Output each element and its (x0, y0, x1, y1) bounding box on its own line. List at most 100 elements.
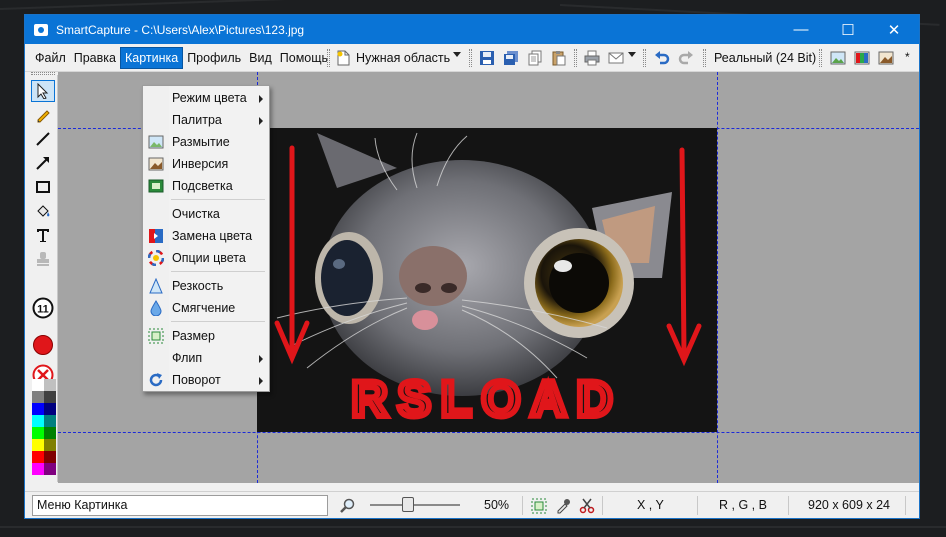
pointer-icon (37, 83, 49, 99)
color-mode-label[interactable]: Реальный (24 Bit) (714, 50, 816, 66)
image-icon-3[interactable] (877, 49, 894, 66)
palette-swatch[interactable] (32, 415, 44, 427)
sharpen-icon (149, 278, 163, 294)
menu-item-sharpen[interactable]: Резкость (143, 275, 269, 297)
email-dropdown-arrow[interactable] (628, 52, 636, 57)
menu-item-clear[interactable]: Очистка (143, 203, 269, 225)
region-icon[interactable] (334, 49, 351, 66)
counter-icon: 11 (32, 297, 54, 319)
tool-panel-grip[interactable] (31, 72, 55, 75)
menu-item-soften[interactable]: Смягчение (143, 297, 269, 319)
close-button[interactable]: ✕ (871, 15, 917, 44)
zoom-slider-thumb[interactable] (401, 497, 414, 512)
palette-swatch[interactable] (44, 451, 56, 463)
image-icon-2[interactable] (853, 49, 870, 66)
fit-selection-icon[interactable] (530, 497, 547, 514)
toolbar-grip[interactable] (327, 49, 330, 67)
status-separator (522, 496, 523, 515)
menu-item-highlight[interactable]: Подсветка (143, 175, 269, 197)
rsload-annotation: RSLOAD (351, 371, 622, 427)
image-icon-1[interactable] (829, 49, 846, 66)
line-tool[interactable] (31, 128, 55, 150)
counter-tool[interactable]: 11 (31, 297, 55, 319)
toolbar-grip[interactable] (643, 49, 646, 67)
palette-swatch[interactable] (32, 391, 44, 403)
palette-swatch[interactable] (44, 403, 56, 415)
palette-swatch[interactable] (44, 439, 56, 451)
rectangle-tool[interactable] (31, 176, 55, 198)
menu-item-flip[interactable]: Флип (143, 347, 269, 369)
text-icon (37, 229, 49, 242)
palette-swatch[interactable] (44, 463, 56, 475)
menu-item-color-options[interactable]: Опции цвета (143, 247, 269, 269)
pointer-tool[interactable] (31, 80, 55, 102)
loaded-photo[interactable]: RSLOAD (257, 128, 717, 432)
palette-swatch[interactable] (32, 439, 44, 451)
menu-item-resize[interactable]: Размер (143, 325, 269, 347)
palette-swatch[interactable] (32, 451, 44, 463)
line-icon (36, 132, 50, 146)
palette-swatch[interactable] (32, 379, 44, 391)
stamp-tool[interactable] (31, 248, 55, 270)
menu-edit[interactable]: Правка (70, 47, 120, 69)
menu-separator (171, 321, 265, 322)
palette-swatch[interactable] (32, 463, 44, 475)
scissors-icon[interactable] (578, 497, 595, 514)
maximize-button[interactable]: ☐ (825, 15, 871, 44)
paint-bucket-icon (37, 205, 50, 217)
menu-file[interactable]: Файл (31, 47, 70, 69)
arrow-tool[interactable] (31, 152, 55, 174)
print-icon[interactable] (583, 49, 600, 66)
submenu-arrow-icon (259, 355, 263, 363)
menu-item-replace-color[interactable]: Замена цвета (143, 225, 269, 247)
fill-tool[interactable] (31, 200, 55, 222)
undo-icon[interactable] (653, 49, 670, 66)
submenu-arrow-icon (259, 117, 263, 125)
palette-swatch[interactable] (44, 415, 56, 427)
palette-swatch[interactable] (44, 391, 56, 403)
region-dropdown-arrow[interactable] (453, 52, 461, 57)
toolbar-grip[interactable] (819, 49, 822, 67)
toolbar-grip[interactable] (469, 49, 472, 67)
palette-swatch[interactable] (32, 403, 44, 415)
red-color-swatch[interactable] (31, 334, 55, 356)
tool-panel: 11 (28, 72, 58, 482)
save-all-icon[interactable] (502, 49, 519, 66)
status-separator (602, 496, 603, 515)
pick-color-icon[interactable] (554, 497, 571, 514)
menu-help[interactable]: Помощь (276, 47, 332, 69)
menu-item-blur[interactable]: Размытие (143, 131, 269, 153)
title-bar[interactable]: SmartCapture - C:\Users\Alex\Pictures\12… (25, 15, 919, 44)
menu-view[interactable]: Вид (245, 47, 276, 69)
zoom-slider-track[interactable] (370, 504, 460, 506)
region-dropdown-label[interactable]: Нужная область (356, 50, 450, 66)
palette-swatch[interactable] (32, 427, 44, 439)
palette-swatch[interactable] (44, 379, 56, 391)
menu-item-color-mode[interactable]: Режим цвета (143, 87, 269, 109)
minimize-button[interactable]: — (778, 15, 824, 44)
submenu-arrow-icon (259, 377, 263, 385)
menu-separator (171, 271, 265, 272)
text-tool[interactable] (31, 224, 55, 246)
email-icon[interactable] (607, 49, 624, 66)
copy-icon[interactable] (526, 49, 543, 66)
menu-image[interactable]: Картинка (119, 47, 184, 69)
menu-item-palette[interactable]: Палитра (143, 109, 269, 131)
image-canvas[interactable]: RSLOAD Режим цвета Палитра Размытие Инве… (58, 72, 919, 483)
save-icon[interactable] (478, 49, 495, 66)
blur-icon (148, 135, 164, 149)
paste-icon[interactable] (550, 49, 567, 66)
menu-item-invert[interactable]: Инверсия (143, 153, 269, 175)
menu-item-rotate[interactable]: Поворот (143, 369, 269, 391)
menu-item-label: Инверсия (172, 157, 229, 171)
toolbar-overflow[interactable]: * (905, 50, 910, 64)
desktop-background-streak (0, 526, 946, 528)
invert-icon (148, 157, 164, 171)
redo-icon[interactable] (677, 49, 694, 66)
toolbar-grip[interactable] (703, 49, 706, 67)
toolbar-grip[interactable] (574, 49, 577, 67)
zoom-icon[interactable] (338, 497, 355, 514)
menu-profile[interactable]: Профиль (183, 47, 245, 69)
palette-swatch[interactable] (44, 427, 56, 439)
pencil-tool[interactable] (31, 104, 55, 126)
